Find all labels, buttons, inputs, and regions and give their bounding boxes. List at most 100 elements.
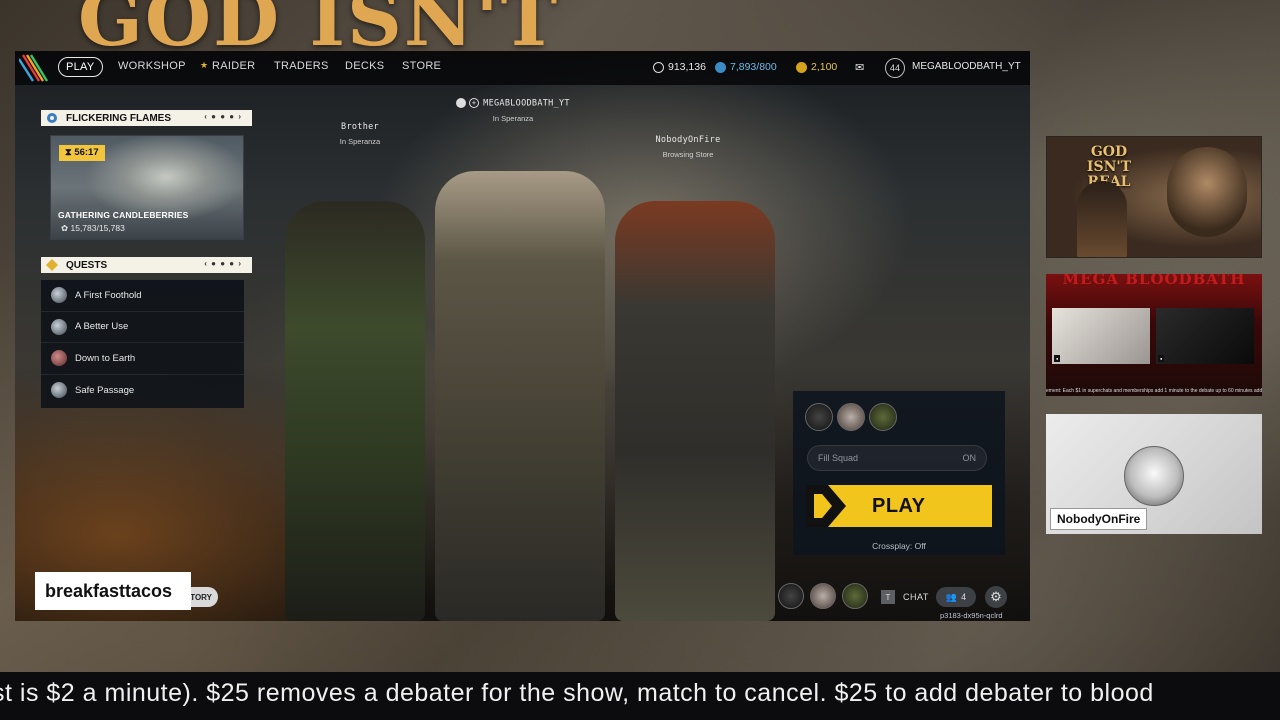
event-pager[interactable]: ‹ ● ● ● › (204, 112, 242, 121)
event-timer: ⧗ 56:17 (59, 145, 105, 161)
quest-item[interactable]: A Better Use (41, 312, 244, 343)
quest-list: A First Foothold A Better Use Down to Ea… (41, 280, 244, 408)
chat-button[interactable]: CHAT (903, 592, 929, 602)
quest-item[interactable]: Safe Passage (41, 375, 244, 407)
quests-pager[interactable]: ‹ ● ● ● › (204, 259, 242, 268)
squad-avatar[interactable] (869, 403, 897, 431)
chat-key-hint: T (881, 590, 895, 604)
quest-label: A Better Use (75, 321, 129, 333)
thumbnail-figure (1077, 181, 1127, 257)
quests-panel-title: QUESTS (66, 259, 108, 271)
player-name: + MEGABLOODBATH_YT (453, 98, 573, 109)
event-progress: ✿ 15,783/15,783 (61, 223, 125, 233)
streamer-name-tag: breakfasttacos (35, 572, 191, 610)
play-chevron-icon (806, 485, 846, 527)
debate-stream-cam: MEGA BLOODBATH ● ● ement: Each $1 in sup… (1046, 274, 1262, 396)
player-tag-megabloodbath: + MEGABLOODBATH_YT In Speranza (453, 98, 573, 123)
player-level-badge: 44 (885, 58, 905, 78)
storage-icon (715, 61, 726, 73)
storage-value: 7,893/800 (730, 61, 777, 73)
nobodyonfire-avatar (1124, 446, 1184, 506)
play-button-label: PLAY (872, 494, 926, 517)
quest-avatar-icon (51, 382, 67, 399)
event-panel-header[interactable]: FLICKERING FLAMES ‹ ● ● ● › (41, 110, 252, 126)
debate-stream-title: MEGA BLOODBATH (1062, 274, 1246, 288)
quest-label: A First Foothold (75, 289, 142, 301)
game-logo-icon (19, 54, 49, 82)
quest-item[interactable]: A First Foothold (41, 280, 244, 312)
player-name: NobodyOnFire (655, 135, 721, 145)
squad-avatar[interactable] (837, 403, 865, 431)
username[interactable]: MEGABLOODBATH_YT (912, 61, 1021, 72)
thumbnail-monster (1167, 147, 1247, 237)
nav-decks[interactable]: DECKS (345, 60, 384, 72)
coins-icon (653, 61, 664, 73)
squad-avatar[interactable] (805, 403, 833, 431)
play-button[interactable]: PLAY (806, 485, 992, 527)
debate-cam-left: ● (1052, 308, 1150, 364)
player-status: Browsing Store (662, 150, 714, 159)
quest-avatar-icon (51, 287, 67, 304)
coins-value: 913,136 (668, 61, 706, 73)
nav-traders[interactable]: TRADERS (274, 60, 329, 72)
player-name-text: MEGABLOODBATH_YT (483, 98, 570, 109)
nav-raider[interactable]: RAIDER (212, 60, 255, 72)
event-card[interactable]: ⧗ 56:17 GATHERING CANDLEBERRIES ✿ 15,783… (50, 135, 244, 240)
session-id: p3183-dx95n-qclrd (940, 611, 1003, 620)
ticker-text: st is $2 a minute). $25 removes a debate… (0, 679, 1154, 707)
debate-ticker: ement: Each $1 in superchats and members… (1046, 388, 1262, 394)
quest-label: Down to Earth (75, 352, 136, 364)
event-panel-title: FLICKERING FLAMES (66, 112, 171, 124)
thumbnail-god-isnt-real: GOD ISN'T REAL (1046, 136, 1262, 258)
top-nav-bar: PLAY WORKSHOP ★ RAIDER TRADERS DECKS STO… (15, 51, 1030, 85)
quest-item[interactable]: Down to Earth (41, 343, 244, 375)
quest-label: Safe Passage (75, 384, 135, 396)
quests-icon (46, 259, 58, 271)
nobodyonfire-name-tag: NobodyOnFire (1050, 508, 1148, 530)
quest-avatar-icon (51, 350, 67, 367)
debate-cam-label: ● (1054, 355, 1061, 362)
quests-panel-header[interactable]: QUESTS ‹ ● ● ● › (41, 257, 252, 273)
player-tag-brother: Brother In Speranza (320, 122, 400, 146)
fill-squad-value: ON (962, 453, 977, 463)
gear-event-icon (47, 113, 57, 123)
nobodyonfire-cam: NobodyOnFire (1046, 414, 1262, 534)
player-status: In Speranza (492, 113, 534, 123)
coins-stat: 913,136 (653, 61, 706, 73)
play-panel: Fill Squad ON PLAY Crossplay: Off (793, 391, 1005, 555)
event-progress-value: 15,783/15,783 (70, 223, 125, 233)
star-icon: ★ (200, 60, 209, 70)
people-icon: 👥 (945, 591, 958, 602)
storage-stat: 7,893/800 (715, 61, 777, 73)
game-window: PLAY WORKSHOP ★ RAIDER TRADERS DECKS STO… (15, 51, 1030, 621)
tokens-stat: 2,100 (796, 61, 837, 73)
squad-count-value: 4 (961, 592, 967, 602)
squad-count-button[interactable]: 👥 4 (936, 587, 976, 607)
player-status: In Speranza (339, 137, 381, 146)
event-label: GATHERING CANDLEBERRIES (58, 210, 189, 220)
tokens-value: 2,100 (811, 61, 838, 73)
character-right (615, 201, 775, 621)
debate-cam-label: ● (1158, 355, 1165, 362)
crossplay-status: Crossplay: Off (872, 541, 926, 551)
nav-play[interactable]: PLAY (58, 57, 103, 77)
bottom-squad-avatar[interactable] (810, 583, 836, 609)
debate-cam-right: ● (1156, 308, 1254, 364)
inbox-icon[interactable]: ✉ (855, 61, 864, 74)
quest-avatar-icon (51, 318, 67, 335)
player-tag-nobodyonfire: NobodyOnFire Browsing Store (643, 135, 733, 159)
plus-icon: + (469, 98, 480, 108)
nav-store[interactable]: STORE (402, 60, 441, 72)
character-left (285, 201, 425, 621)
bottom-squad-avatar[interactable] (778, 583, 804, 609)
stream-overlay: GOD ISN'T PLAY WORKSHOP ★ RAIDER TRADERS… (0, 0, 1280, 720)
bottom-squad-avatar[interactable] (842, 583, 868, 609)
settings-gear-icon[interactable]: ⚙ (985, 586, 1007, 608)
player-name: Brother (341, 122, 379, 132)
fill-squad-toggle[interactable]: Fill Squad ON (807, 445, 987, 471)
fill-squad-label: Fill Squad (818, 453, 859, 463)
crown-icon (456, 98, 467, 108)
bottom-ticker: st is $2 a minute). $25 removes a debate… (0, 672, 1280, 720)
nav-workshop[interactable]: WORKSHOP (118, 60, 186, 72)
event-timer-value: 56:17 (74, 147, 99, 158)
